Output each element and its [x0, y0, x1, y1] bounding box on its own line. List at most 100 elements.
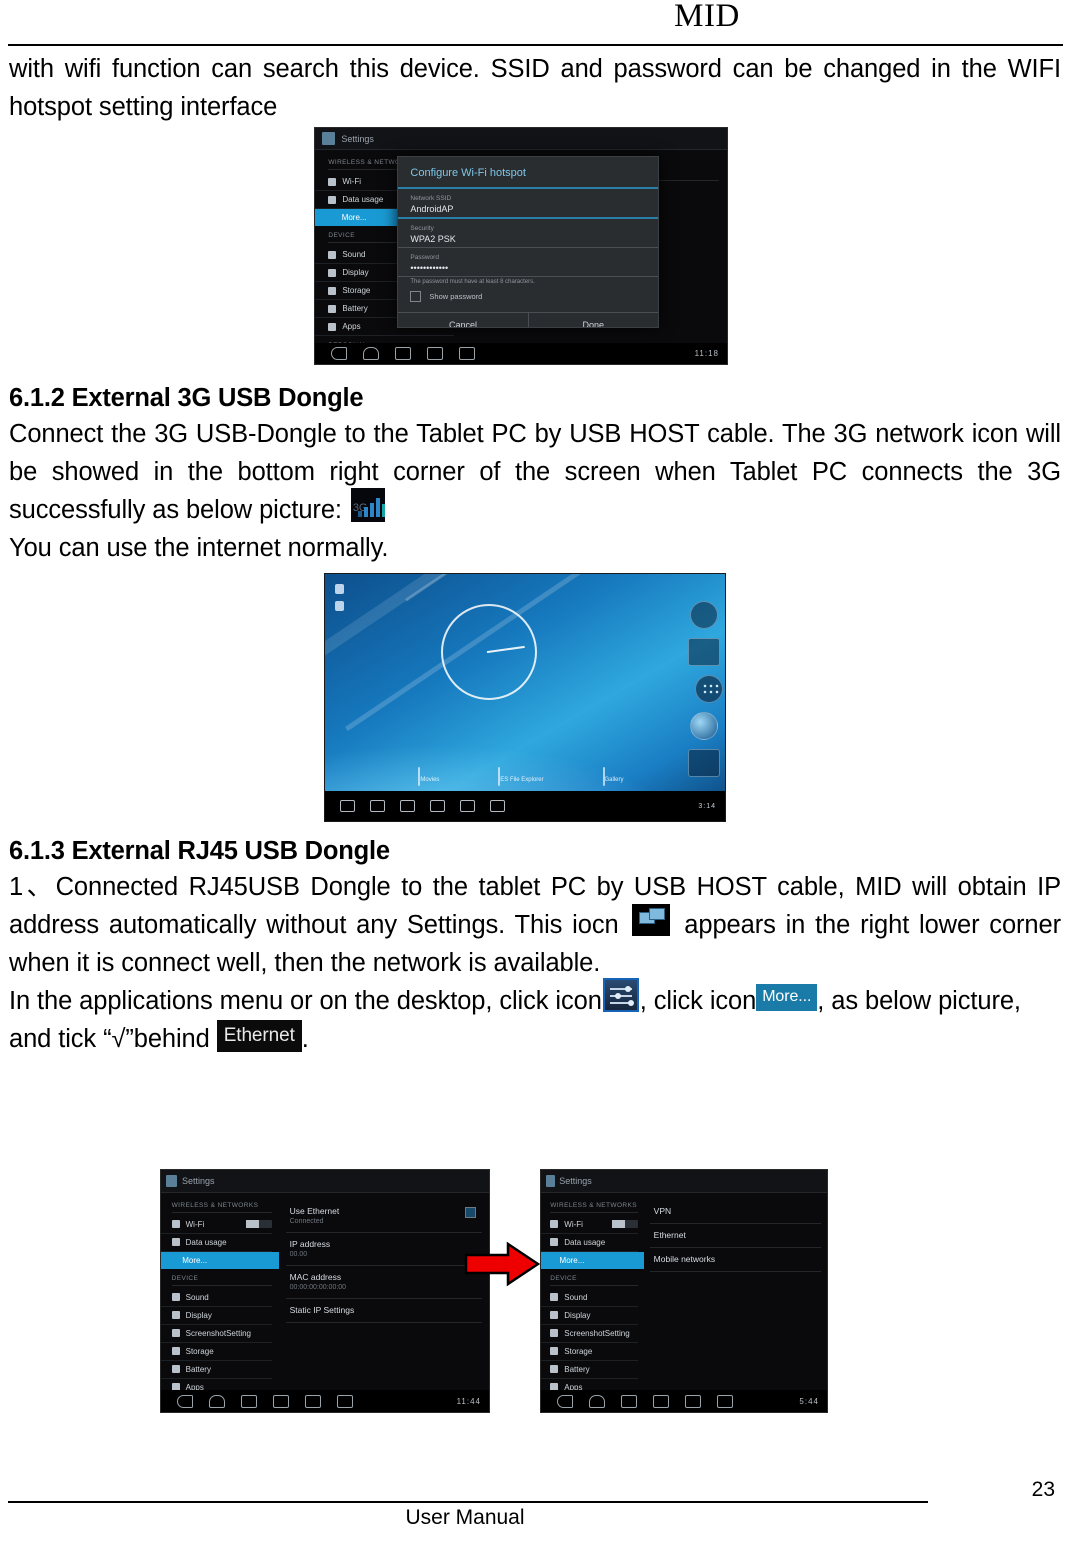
- shot4-item-more[interactable]: More...: [541, 1251, 644, 1269]
- show-password-checkbox[interactable]: [410, 291, 422, 303]
- wifi-icon: [550, 1220, 559, 1229]
- home-status-time: 3:14: [698, 802, 716, 810]
- use-ethernet-checkbox[interactable]: [465, 1206, 477, 1218]
- home-home-icon[interactable]: [370, 800, 385, 813]
- screenshot-icon[interactable]: [273, 1394, 289, 1408]
- home-volume-down-icon[interactable]: [460, 800, 475, 813]
- home-app-3[interactable]: Gallery: [602, 767, 624, 787]
- shot4-item-display[interactable]: Display: [541, 1307, 638, 1325]
- home-icon[interactable]: [363, 346, 379, 360]
- home-recents-icon[interactable]: [400, 800, 415, 813]
- shot3-item-data-usage[interactable]: Data usage: [161, 1234, 272, 1252]
- done-button[interactable]: Done: [527, 313, 658, 328]
- shot4-item-sound[interactable]: Sound: [541, 1289, 638, 1307]
- home-app-2[interactable]: ES File Explorer: [498, 767, 544, 787]
- dialog-note: The password must have at least 8 charac…: [410, 279, 535, 286]
- home-navbar: 3:14: [325, 791, 725, 821]
- dialog-buttons: Cancel Done: [398, 312, 658, 328]
- widget-icon[interactable]: [688, 638, 721, 667]
- shot1-item-battery-label: Battery: [342, 304, 368, 314]
- shot4-item-battery[interactable]: Battery: [541, 1361, 638, 1379]
- screenshot-setting-icon: [171, 1329, 180, 1338]
- photo-app-icon[interactable]: [688, 749, 721, 778]
- slider-line-2: [609, 995, 632, 998]
- recents-icon[interactable]: [395, 346, 411, 360]
- home-app-1[interactable]: Movies: [418, 767, 440, 787]
- shot4-item-wifi-label: Wi-Fi: [564, 1219, 583, 1229]
- dialog-field-password[interactable]: Password ••••••••••••: [398, 248, 658, 278]
- shot4-row-ethernet[interactable]: Ethernet: [649, 1224, 822, 1248]
- shot3-row-static-ip[interactable]: Static IP Settings: [285, 1299, 483, 1323]
- recents-icon[interactable]: [241, 1394, 257, 1408]
- arrow-shape: [464, 1241, 541, 1287]
- shot4-item-sound-label: Sound: [564, 1292, 588, 1302]
- home-icon[interactable]: [589, 1394, 605, 1408]
- wifi-toggle[interactable]: [611, 1220, 638, 1229]
- sound-icon: [171, 1293, 180, 1302]
- shot3-row-ip-address[interactable]: IP address 00.00: [285, 1233, 483, 1266]
- home-app-1-label: Movies: [420, 777, 440, 784]
- dialog-field-security[interactable]: Security WPA2 PSK: [398, 219, 658, 249]
- shot3-group-wireless: WIRELESS & NETWORKS: [171, 1202, 272, 1213]
- security-value: WPA2 PSK: [410, 234, 456, 245]
- shot3-row-use-ethernet[interactable]: Use Ethernet Connected: [285, 1200, 483, 1233]
- home-back-icon[interactable]: [340, 800, 355, 813]
- shot3-item-wifi[interactable]: Wi-Fi: [161, 1216, 272, 1234]
- ethernet-network-icon: [632, 904, 671, 937]
- volume-up-icon[interactable]: [459, 346, 475, 360]
- home-screenshot-icon[interactable]: [430, 800, 445, 813]
- shot3-item-screenshot[interactable]: ScreenshotSetting: [161, 1325, 272, 1343]
- shot3-panel: Use Ethernet Connected IP address 00.00 …: [285, 1192, 483, 1390]
- browser-globe-icon[interactable]: [690, 712, 719, 741]
- shot3-item-battery[interactable]: Battery: [161, 1361, 272, 1379]
- shot3-row-mac-address[interactable]: MAC address 00:00:00:00:00:00: [285, 1266, 483, 1299]
- shot4-item-storage[interactable]: Storage: [541, 1343, 638, 1361]
- recents-icon[interactable]: [621, 1394, 637, 1408]
- shot4-sidebar: WIRELESS & NETWORKS Wi-Fi Data usage Mor…: [541, 1192, 644, 1410]
- shot4-status-time: 5:44: [799, 1396, 819, 1406]
- mobile-networks-title: Mobile networks: [653, 1253, 716, 1264]
- shot3-item-sound-label: Sound: [185, 1292, 209, 1302]
- shot4-item-screenshot[interactable]: ScreenshotSetting: [541, 1325, 638, 1343]
- page-number: 23: [1031, 1478, 1055, 1501]
- screenshot-icon[interactable]: [653, 1394, 669, 1408]
- shot3-app-title: Settings: [181, 1175, 215, 1186]
- shot4-item-wifi[interactable]: Wi-Fi: [541, 1216, 638, 1234]
- show-password-row[interactable]: Show password: [398, 287, 658, 306]
- shot1-item-data-usage-label: Data usage: [342, 195, 384, 205]
- shot4-row-vpn[interactable]: VPN: [649, 1200, 822, 1224]
- notification-icon-1: [335, 583, 344, 594]
- shot3-item-more[interactable]: More...: [161, 1251, 280, 1269]
- app-drawer-icon[interactable]: [695, 675, 724, 704]
- dialog-field-ssid[interactable]: Network SSID AndroidAP: [398, 189, 658, 220]
- home-volume-up-icon[interactable]: [490, 800, 505, 813]
- shot3-navbar: 11:44: [161, 1390, 489, 1412]
- home-icon[interactable]: [209, 1394, 225, 1408]
- back-icon[interactable]: [177, 1394, 193, 1408]
- cancel-button[interactable]: Cancel: [398, 313, 527, 327]
- shot3-item-display[interactable]: Display: [161, 1307, 272, 1325]
- signal-bar-2: [363, 507, 368, 518]
- volume-down-icon[interactable]: [427, 346, 443, 360]
- shot3-item-storage[interactable]: Storage: [161, 1343, 272, 1361]
- shot4-row-mobile-networks[interactable]: Mobile networks: [649, 1248, 822, 1272]
- volume-down-icon[interactable]: [305, 1394, 321, 1408]
- signal-bar-3: [369, 503, 374, 518]
- configure-hotspot-dialog: Configure Wi-Fi hotspot Network SSID And…: [397, 156, 659, 329]
- analog-clock-widget[interactable]: [441, 603, 537, 700]
- rj45-text-3a: and tick “√”behind: [9, 1025, 210, 1053]
- volume-up-icon[interactable]: [717, 1394, 733, 1408]
- volume-up-icon[interactable]: [337, 1394, 353, 1408]
- wifi-toggle[interactable]: [246, 1220, 272, 1229]
- shot3-titlebar: Settings: [161, 1170, 489, 1193]
- back-icon[interactable]: [557, 1394, 573, 1408]
- volume-down-icon[interactable]: [685, 1394, 701, 1408]
- screenshot-ethernet-settings: Settings WIRELESS & NETWORKS Wi-Fi Data …: [160, 1169, 490, 1413]
- rj45-paragraph-3: and tick “√”behind Ethernet.: [9, 1020, 1061, 1058]
- back-icon[interactable]: [331, 346, 347, 360]
- password-label: Password: [410, 254, 439, 262]
- shot4-item-data-usage[interactable]: Data usage: [541, 1234, 638, 1252]
- shot1-item-apps-label: Apps: [342, 322, 361, 332]
- camera-icon[interactable]: [690, 601, 719, 630]
- shot3-item-sound[interactable]: Sound: [161, 1289, 272, 1307]
